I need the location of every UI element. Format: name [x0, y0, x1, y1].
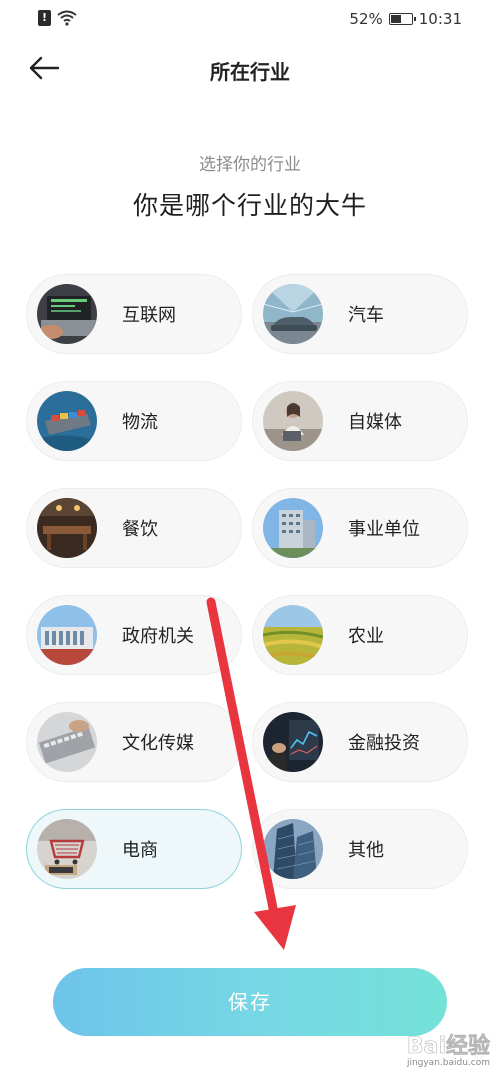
watermark-url: jingyan.baidu.com: [406, 1058, 490, 1068]
industry-label: 农业: [348, 626, 384, 647]
industry-card-internet[interactable]: 互联网: [26, 274, 242, 354]
subtitle: 选择你的行业: [199, 155, 301, 175]
industry-card-culture-media[interactable]: 文化传媒: [26, 702, 242, 782]
industry-card-public-institution[interactable]: 事业单位: [252, 488, 468, 568]
industry-label: 汽车: [348, 305, 384, 326]
alert-icon: !: [38, 10, 51, 26]
industry-label: 政府机关: [122, 626, 194, 647]
skyscraper-photo: [263, 819, 323, 879]
battery-icon: [388, 13, 416, 25]
industry-card-finance[interactable]: 金融投资: [252, 702, 468, 782]
cargo-ship-photo: [37, 391, 97, 451]
industry-label: 电商: [122, 840, 158, 861]
status-left: !: [38, 10, 77, 26]
industry-card-auto[interactable]: 汽车: [252, 274, 468, 354]
industry-label: 金融投资: [348, 733, 420, 754]
industry-label: 物流: [122, 412, 158, 433]
restaurant-photo: [37, 498, 97, 558]
laptop-photo: [37, 284, 97, 344]
shopping-cart-photo: [37, 819, 97, 879]
industry-label: 事业单位: [348, 519, 420, 540]
keyboard-photo: [37, 712, 97, 772]
farmland-photo: [263, 605, 323, 665]
industry-card-self-media[interactable]: 自媒体: [252, 381, 468, 461]
car-photo: [263, 284, 323, 344]
office-building-photo: [263, 498, 323, 558]
industry-label: 文化传媒: [122, 733, 194, 754]
headline: 你是哪个行业的大牛: [132, 191, 367, 220]
clock-time: 10:31: [418, 10, 462, 28]
trading-screen-photo: [263, 712, 323, 772]
wifi-icon: [57, 10, 77, 26]
battery-fill: [390, 15, 401, 23]
watermark: Bai经验 jingyan.baidu.com: [406, 1028, 491, 1068]
industry-card-other[interactable]: 其他: [252, 809, 468, 889]
industry-card-logistics[interactable]: 物流: [26, 381, 242, 461]
industry-card-ecommerce[interactable]: 电商: [26, 809, 242, 889]
industry-card-agriculture[interactable]: 农业: [252, 595, 468, 675]
industry-card-government[interactable]: 政府机关: [26, 595, 242, 675]
save-button[interactable]: 保存: [53, 968, 447, 1036]
industry-label: 餐饮: [122, 519, 158, 540]
woman-laptop-photo: [263, 391, 323, 451]
government-building-photo: [37, 605, 97, 665]
status-bar: ! 52% 10:31: [0, 0, 500, 38]
industry-grid: 互联网 汽车 物流 自媒体 餐饮 事业单位 政府机关 农业 文化传媒 金融投资 …: [26, 274, 468, 889]
industry-label: 其他: [348, 840, 384, 861]
battery-percent: 52%: [349, 10, 383, 28]
watermark-logo: Bai经验: [406, 1034, 491, 1060]
industry-label: 互联网: [122, 305, 176, 326]
status-right: 52% 10:31: [349, 10, 462, 28]
industry-card-catering[interactable]: 餐饮: [26, 488, 242, 568]
page-title: 所在行业: [210, 60, 290, 84]
industry-label: 自媒体: [348, 412, 402, 433]
